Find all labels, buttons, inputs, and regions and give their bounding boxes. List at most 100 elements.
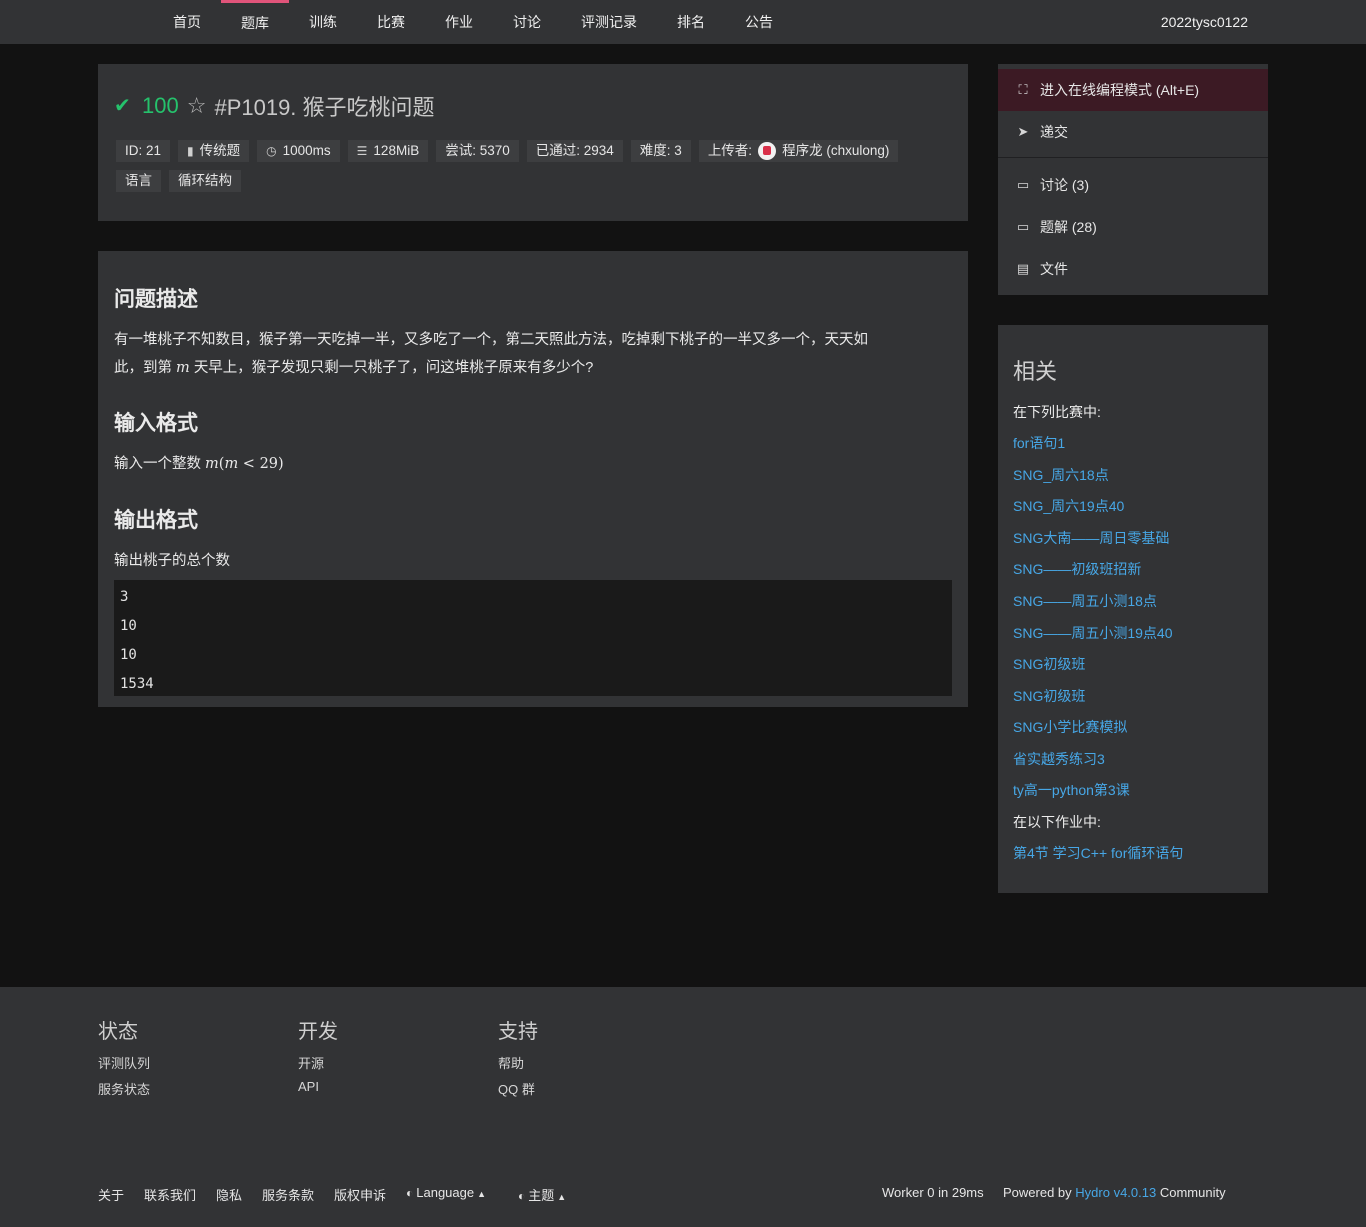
contests-label: 在下列比赛中: bbox=[1013, 404, 1101, 420]
tag-loop-structure[interactable]: 循环结构 bbox=[169, 170, 241, 192]
footer-status-heading: 状态 bbox=[98, 1021, 138, 1043]
footer-api-link[interactable]: API bbox=[298, 1079, 319, 1094]
footer-opensource-link[interactable]: 开源 bbox=[298, 1053, 324, 1072]
footer-terms-link[interactable]: 服务条款 bbox=[262, 1185, 314, 1204]
bookmark-icon: ▮ bbox=[187, 144, 194, 158]
tag-type-label: 传统题 bbox=[199, 143, 241, 158]
footer-judge-queue-link[interactable]: 评测队列 bbox=[98, 1053, 150, 1072]
chevron-up-icon: ▲ bbox=[477, 1189, 487, 1199]
theme-label: 主题 bbox=[528, 1188, 555, 1203]
tag-language[interactable]: 语言 bbox=[116, 170, 161, 192]
tag-memory: ☰ 128MiB bbox=[347, 140, 429, 162]
footer-support-heading: 支持 bbox=[498, 1021, 538, 1043]
worker-status: Worker 0 in 29ms bbox=[882, 1185, 984, 1200]
description-heading: 问题描述 bbox=[114, 288, 198, 311]
files-link[interactable]: ▤ 文件 bbox=[998, 248, 1268, 290]
tag-uploader[interactable]: 上传者: 程序龙 (chxulong) bbox=[698, 140, 899, 162]
problem-actions-menu: ⛶ 进入在线编程模式 (Alt+E) ➤ 递交 ▭ 讨论 (3) ▭ 题解 (2… bbox=[998, 64, 1268, 295]
code-line: 1534 bbox=[120, 676, 154, 692]
tag-id: ID: 21 bbox=[116, 140, 171, 162]
submit-label: 递交 bbox=[1040, 124, 1068, 140]
footer-help-link[interactable]: 帮助 bbox=[498, 1053, 524, 1072]
contest-link[interactable]: for语句1 bbox=[1013, 433, 1065, 453]
theme-selector[interactable]: ◐ 主题 ▲ bbox=[518, 1185, 566, 1204]
nav-training[interactable]: 训练 bbox=[296, 0, 350, 44]
code-line: 3 bbox=[120, 589, 129, 605]
related-panel: 相关 在下列比赛中: for语句1 SNG_周六18点 SNG_周六19点40 … bbox=[998, 325, 1268, 893]
nav-discussion[interactable]: 讨论 bbox=[500, 0, 554, 44]
avatar bbox=[758, 142, 777, 160]
problem-title: #P1019. 猴子吃桃问题 bbox=[214, 95, 435, 120]
nav-problems[interactable]: 题库 bbox=[221, 0, 289, 44]
footer-service-status-link[interactable]: 服务状态 bbox=[98, 1079, 150, 1098]
top-navbar: 首页 题库 训练 比赛 作业 讨论 评测记录 排名 公告 2022tysc012… bbox=[0, 0, 1366, 44]
footer-privacy-link[interactable]: 隐私 bbox=[216, 1185, 242, 1204]
hydro-link[interactable]: Hydro v4.0.13 bbox=[1075, 1185, 1156, 1200]
user-menu[interactable]: 2022tysc0122 bbox=[1161, 0, 1248, 44]
solutions-label: 题解 (28) bbox=[1040, 219, 1097, 235]
description-line-2-a: 此，到第 bbox=[114, 360, 172, 376]
divider bbox=[998, 157, 1268, 158]
input-format-heading: 输入格式 bbox=[114, 412, 198, 435]
nav-records[interactable]: 评测记录 bbox=[570, 0, 648, 44]
chevron-up-icon: ▲ bbox=[557, 1192, 567, 1202]
contest-link[interactable]: SNG大南——周日零基础 bbox=[1013, 528, 1169, 548]
language-selector[interactable]: ◐ Language ▲ bbox=[406, 1185, 486, 1200]
nav-homework[interactable]: 作业 bbox=[432, 0, 486, 44]
code-line: 10 bbox=[120, 618, 137, 634]
tag-type: ▮ 传统题 bbox=[178, 140, 250, 162]
powered-prefix: Powered by bbox=[1003, 1185, 1072, 1200]
powered-suffix: Community bbox=[1159, 1185, 1226, 1200]
input-math-m: m bbox=[205, 456, 219, 472]
tag-time-label: 1000ms bbox=[282, 143, 331, 158]
problem-tags: ID: 21 ▮ 传统题 ◷ 1000ms ☰ 128MiB 尝试: 5370 已通过… bbox=[116, 140, 956, 200]
footer-dev-heading: 开发 bbox=[298, 1021, 338, 1043]
footer-about-link[interactable]: 关于 bbox=[98, 1185, 124, 1204]
online-ide-label: 进入在线编程模式 (Alt+E) bbox=[1040, 82, 1200, 98]
contest-link[interactable]: SNG初级班 bbox=[1013, 654, 1085, 674]
contest-link[interactable]: SNG——周五小测18点 bbox=[1013, 591, 1157, 611]
stopwatch-icon: ◷ bbox=[266, 144, 277, 158]
sample-code-block[interactable]: 3 10 10 1534 bbox=[114, 580, 952, 696]
input-format-text: 输入一个整数 m(m < 29) bbox=[114, 450, 954, 478]
star-icon[interactable]: ☆ bbox=[187, 93, 207, 119]
globe-icon: ◐ bbox=[406, 1186, 414, 1200]
nav-contests[interactable]: 比赛 bbox=[364, 0, 418, 44]
tag-tried: 尝试: 5370 bbox=[436, 140, 519, 162]
contest-link[interactable]: SNG_周六19点40 bbox=[1013, 496, 1124, 516]
check-icon: ✔ bbox=[114, 95, 131, 117]
tag-time: ◷ 1000ms bbox=[257, 140, 340, 162]
contest-link[interactable]: SNG初级班 bbox=[1013, 686, 1085, 706]
nav-ranking[interactable]: 排名 bbox=[664, 0, 718, 44]
contest-link[interactable]: 省实越秀练习3 bbox=[1013, 749, 1105, 769]
solutions-link[interactable]: ▭ 题解 (28) bbox=[998, 206, 1268, 248]
comment-icon: ▭ bbox=[1016, 219, 1030, 234]
contest-link[interactable]: SNG小学比赛模拟 bbox=[1013, 717, 1127, 737]
discussion-label: 讨论 (3) bbox=[1040, 177, 1089, 193]
problem-header-panel: ✔ 100 ☆ #P1019. 猴子吃桃问题 ID: 21 ▮ 传统题 ◷ 1000… bbox=[98, 64, 968, 221]
file-icon: ▤ bbox=[1016, 261, 1030, 276]
online-ide-button[interactable]: ⛶ 进入在线编程模式 (Alt+E) bbox=[998, 69, 1268, 111]
problem-score: 100 bbox=[142, 93, 179, 118]
discussion-link[interactable]: ▭ 讨论 (3) bbox=[998, 164, 1268, 206]
nav-home[interactable]: 首页 bbox=[160, 0, 214, 44]
input-math-m2: m bbox=[224, 456, 239, 472]
memory-icon: ☰ bbox=[356, 144, 368, 158]
footer-qq-group-link[interactable]: QQ 群 bbox=[498, 1079, 535, 1098]
footer-contact-link[interactable]: 联系我们 bbox=[144, 1185, 196, 1204]
footer-copyright-link[interactable]: 版权申诉 bbox=[334, 1185, 386, 1204]
contest-link[interactable]: SNG——初级班招新 bbox=[1013, 559, 1141, 579]
related-title: 相关 bbox=[1013, 359, 1058, 384]
contest-link[interactable]: ty高一python第3课 bbox=[1013, 780, 1130, 800]
input-format-label: 输入一个整数 bbox=[114, 456, 201, 472]
uploader-name[interactable]: 程序龙 (chxulong) bbox=[782, 140, 889, 162]
expand-icon: ⛶ bbox=[1018, 82, 1028, 97]
nav-announcement[interactable]: 公告 bbox=[732, 0, 786, 44]
submit-button[interactable]: ➤ 递交 bbox=[998, 111, 1268, 153]
homework-link[interactable]: 第4节 学习C++ for循环语句 bbox=[1013, 843, 1183, 863]
contest-link[interactable]: SNG_周六18点 bbox=[1013, 465, 1109, 485]
description-line-2: 此，到第 m 天早上，猴子发现只剩一只桃子了，问这堆桃子原来有多少个? bbox=[114, 354, 954, 382]
problem-title-row: ✔ 100 ☆ #P1019. 猴子吃桃问题 bbox=[114, 92, 435, 120]
description-line-1: 有一堆桃子不知数目，猴子第一天吃掉一半，又多吃了一个，第二天照此方法，吃掉剩下桃… bbox=[114, 332, 868, 348]
contest-link[interactable]: SNG——周五小测19点40 bbox=[1013, 623, 1172, 643]
